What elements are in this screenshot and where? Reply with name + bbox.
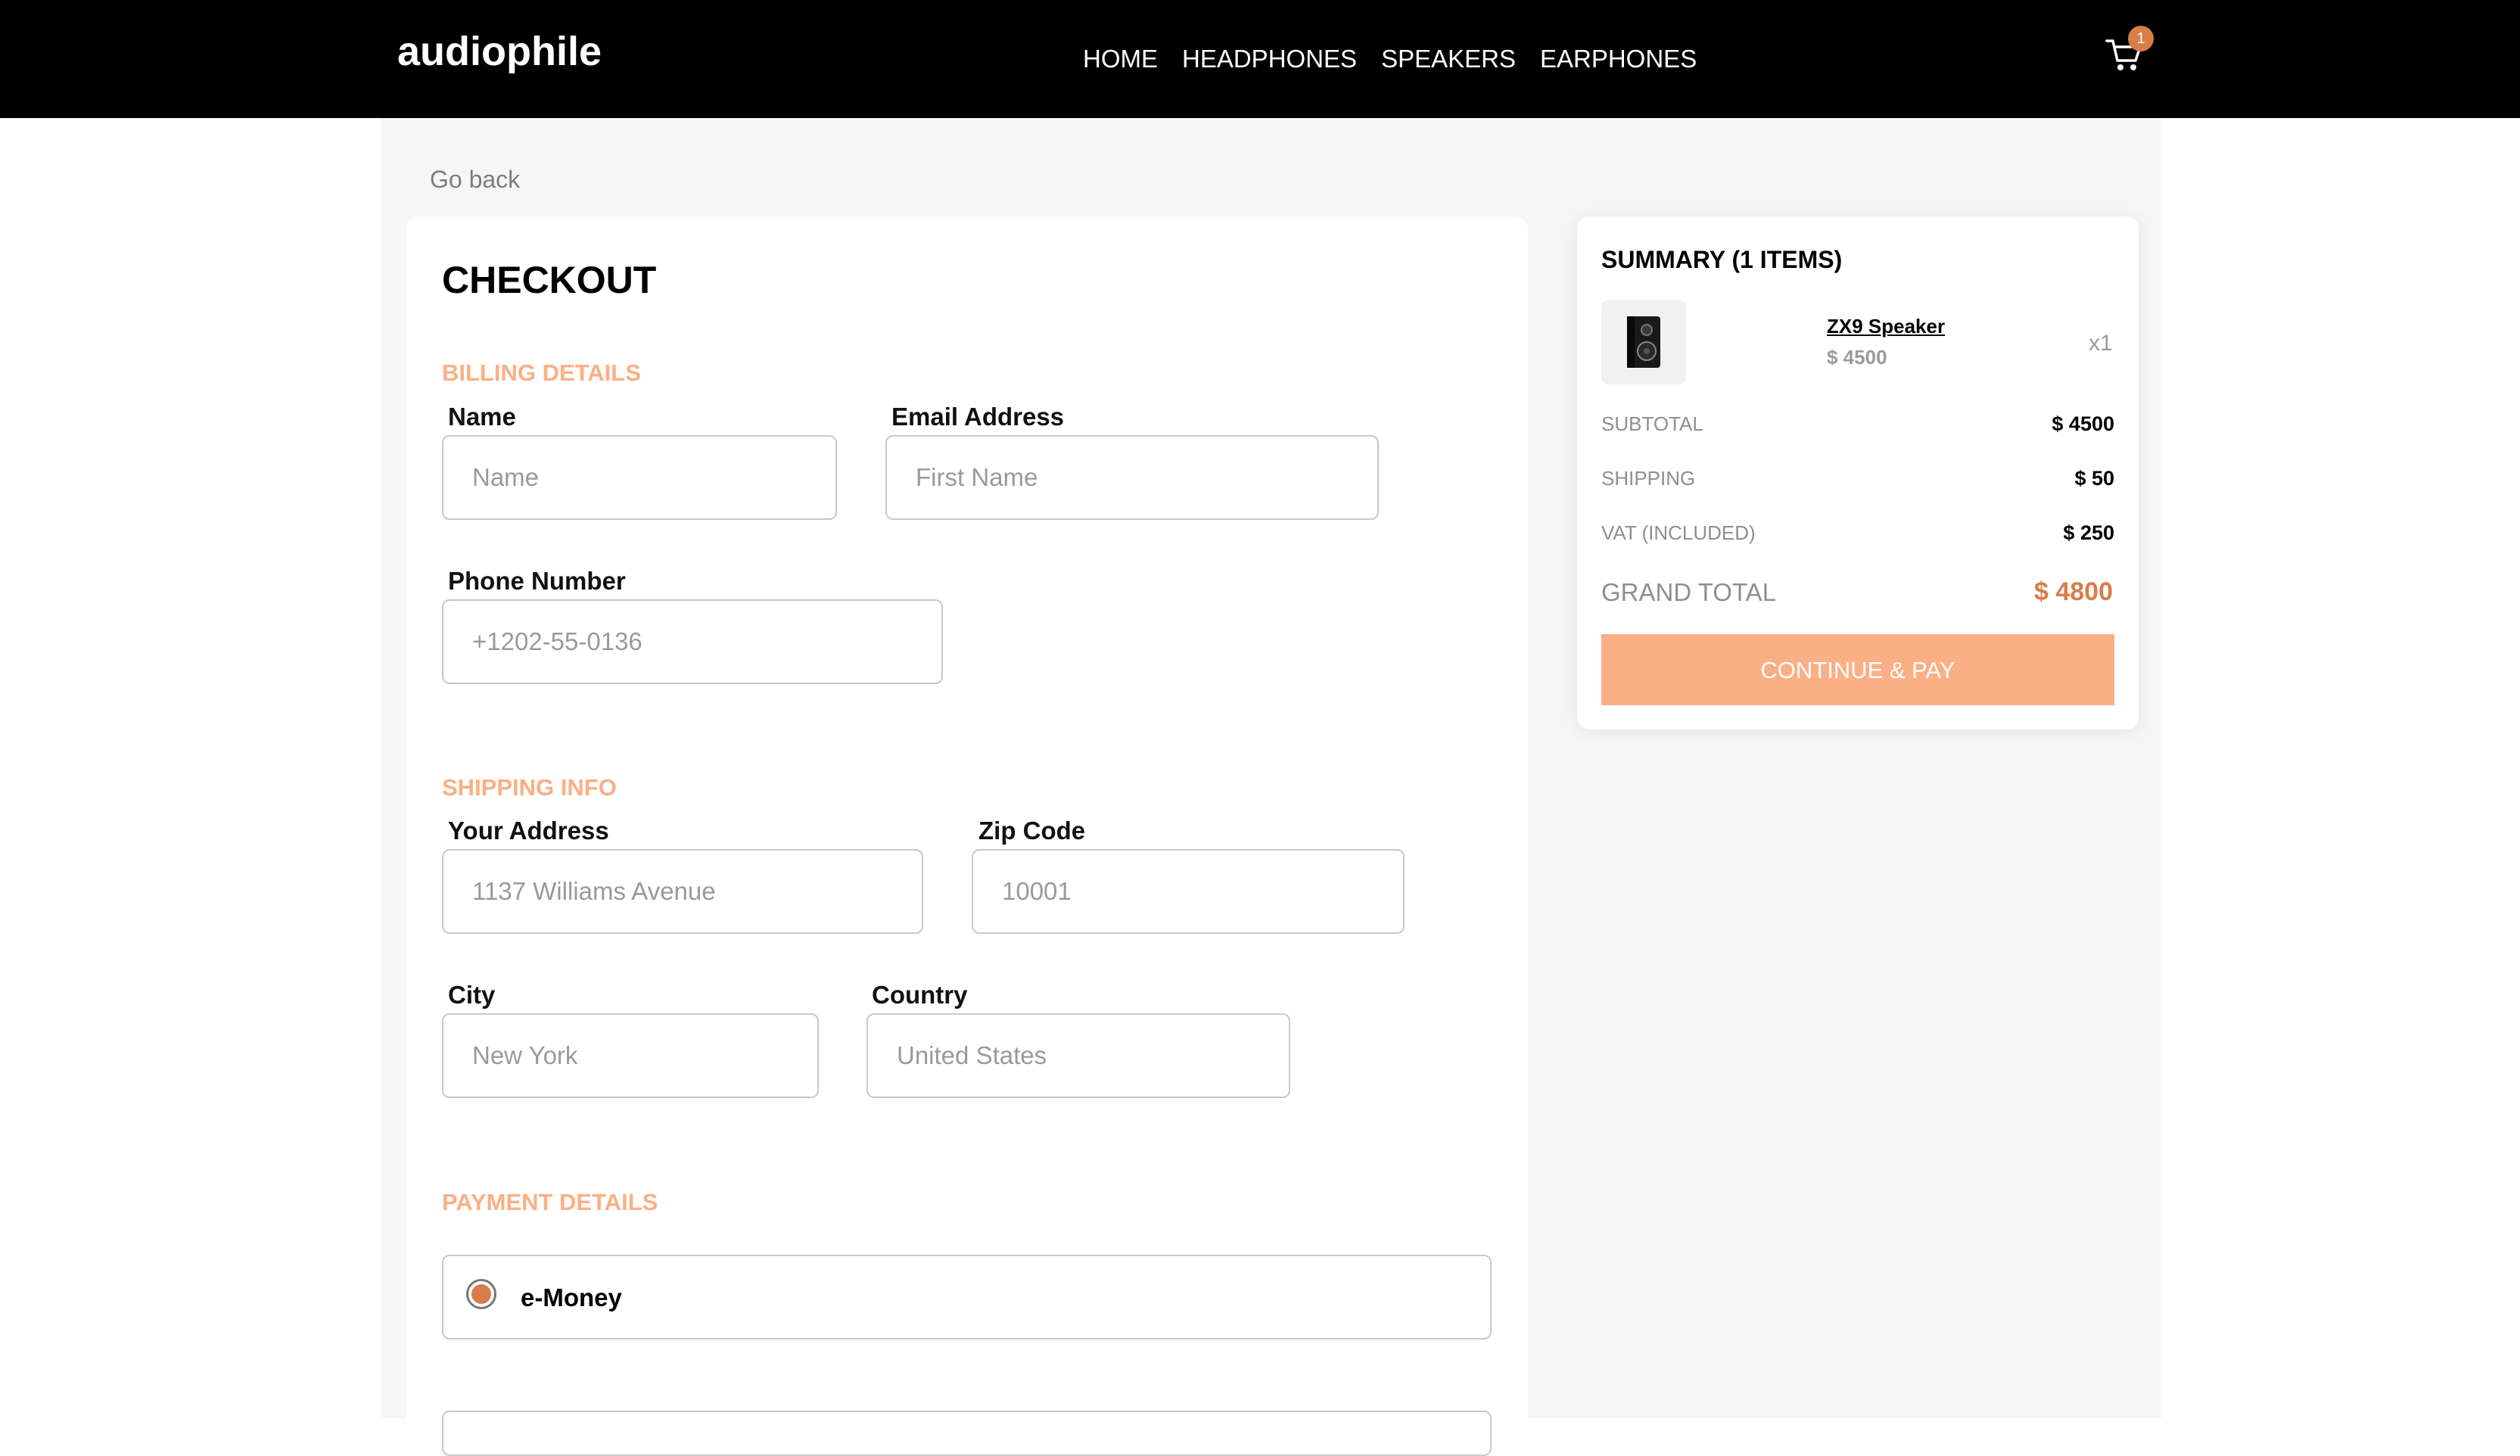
address-input[interactable] [442, 849, 923, 934]
summary-title: SUMMARY (1 ITEMS) [1601, 246, 1843, 273]
emoney-label: e-Money [521, 1283, 622, 1311]
country-label: Country [872, 981, 968, 1009]
page-title: CHECKOUT [442, 259, 657, 301]
nav-speakers[interactable]: SPEAKERS [1381, 42, 1516, 76]
vat-label: VAT (INCLUDED) [1601, 521, 1756, 544]
go-back-link[interactable]: Go back [430, 163, 520, 195]
phone-label: Phone Number [448, 567, 626, 595]
product-quantity: x1 [2089, 331, 2113, 356]
nav-earphones[interactable]: EARPHONES [1540, 42, 1697, 76]
billing-details-heading: BILLING DETAILS [442, 359, 641, 386]
city-label: City [448, 981, 496, 1009]
subtotal-value: $ 4500 [2052, 412, 2114, 435]
nav-headphones[interactable]: HEADPHONES [1182, 42, 1357, 76]
main-nav: HOME HEADPHONES SPEAKERS EARPHONES [1083, 42, 1697, 76]
subtotal-label: SUBTOTAL [1601, 412, 1703, 435]
radio-selected-dot [471, 1284, 491, 1304]
product-thumbnail [1601, 300, 1686, 384]
shipping-label: SHIPPING [1601, 467, 1696, 490]
city-input[interactable] [442, 1013, 819, 1098]
shipping-info-heading: SHIPPING INFO [442, 774, 617, 801]
product-name[interactable]: ZX9 Speaker [1827, 313, 1945, 339]
phone-input[interactable] [442, 599, 943, 684]
grand-total-value: $ 4800 [2034, 577, 2113, 606]
nav-home[interactable]: HOME [1083, 42, 1158, 76]
grand-total-label: GRAND TOTAL [1601, 578, 1777, 606]
zip-input[interactable] [972, 849, 1405, 934]
logo[interactable]: audiophile [397, 27, 602, 76]
cart-count-badge: 1 [2128, 26, 2154, 51]
address-label: Your Address [448, 817, 609, 845]
email-input[interactable] [885, 435, 1379, 520]
name-input[interactable] [442, 435, 837, 520]
shipping-value: $ 50 [2074, 467, 2114, 490]
name-label: Name [448, 403, 516, 431]
product-price: $ 4500 [1827, 346, 1887, 369]
continue-and-pay-button[interactable]: CONTINUE & PAY [1601, 634, 2114, 705]
country-input[interactable] [866, 1013, 1290, 1098]
vat-value: $ 250 [2063, 521, 2114, 544]
payment-details-heading: PAYMENT DETAILS [442, 1189, 658, 1215]
speaker-icon [1627, 316, 1660, 368]
zip-label: Zip Code [978, 817, 1086, 845]
email-label: Email Address [891, 403, 1065, 431]
cash-option[interactable] [442, 1411, 1492, 1456]
